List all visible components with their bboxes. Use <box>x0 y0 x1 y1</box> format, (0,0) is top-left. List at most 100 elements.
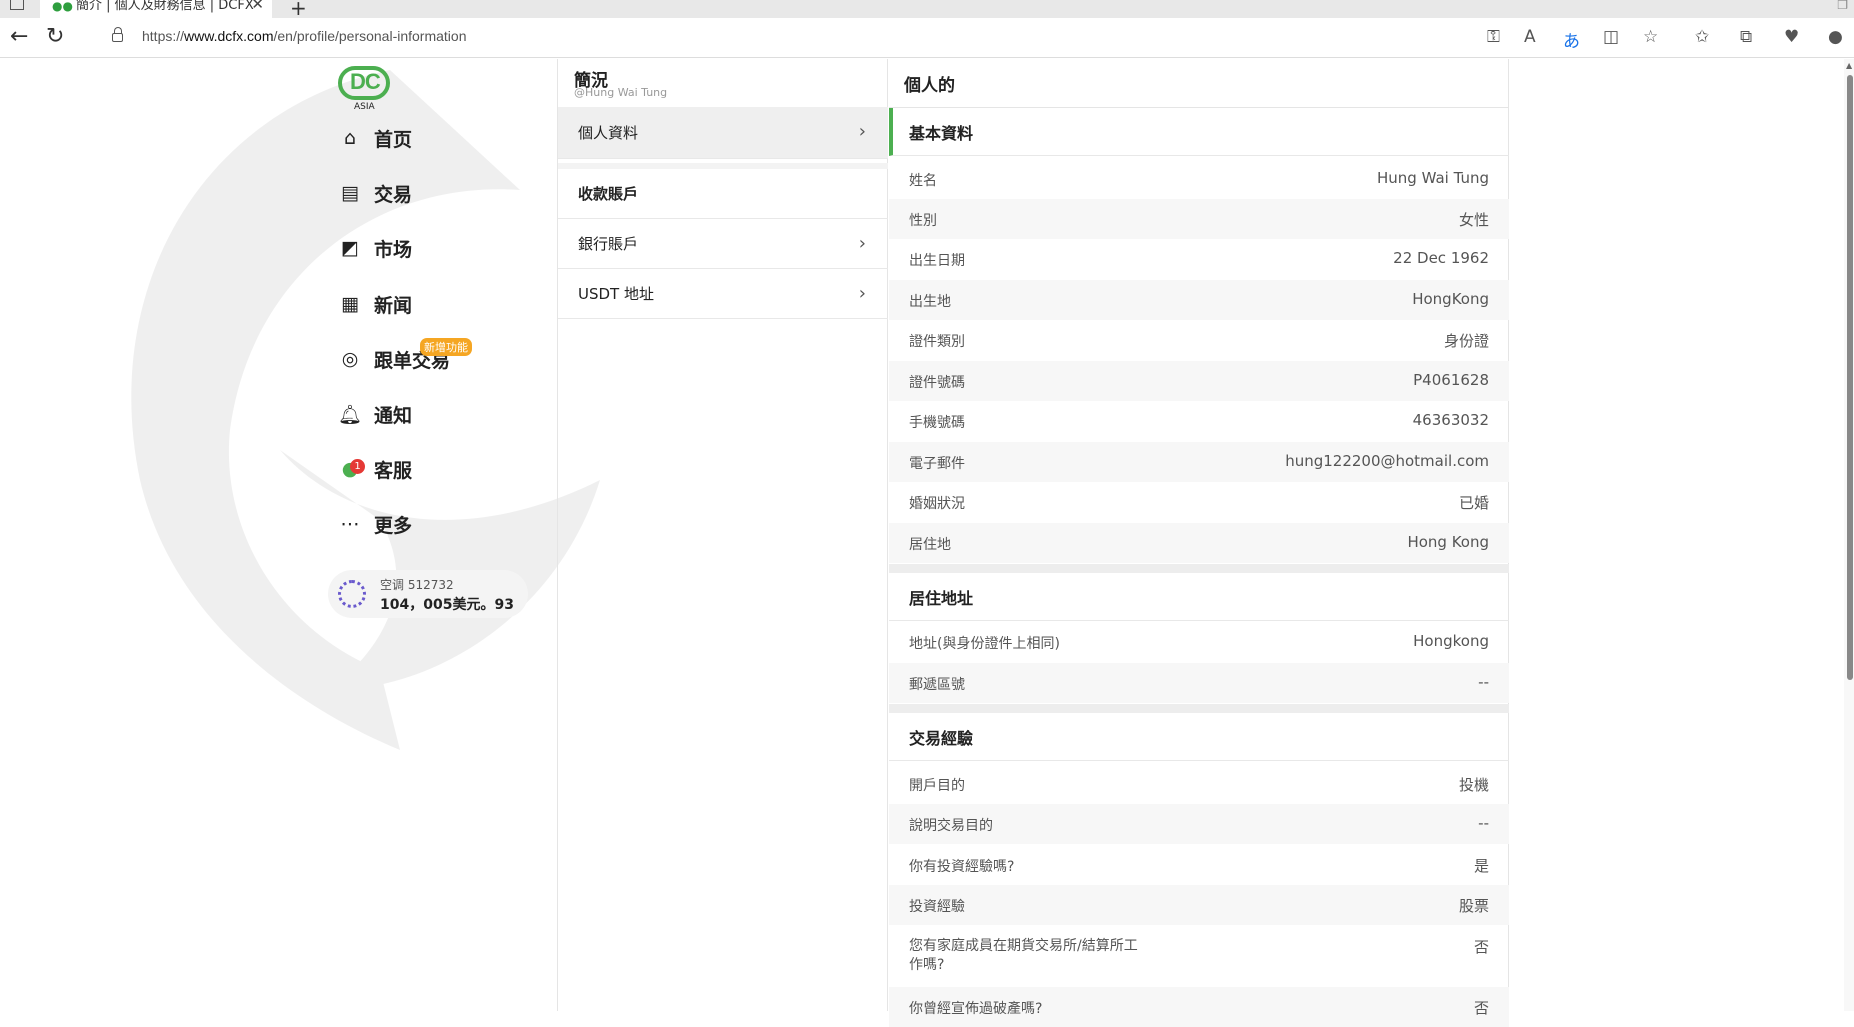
field-row: 證件號碼 P4061628 <box>889 361 1509 401</box>
favorites-list-icon[interactable]: ✩ <box>1695 27 1709 47</box>
field-row: 地址(與身份證件上相同) Hongkong <box>889 622 1509 662</box>
profile-nav-personal-info[interactable]: 個人資料 › <box>558 107 888 159</box>
field-row: 性別 女性 <box>889 199 1509 239</box>
profile-nav-label: USDT 地址 <box>578 285 654 303</box>
reload-icon[interactable]: ↻ <box>46 24 64 49</box>
field-label: 出生地 <box>909 294 951 310</box>
extensions-icon[interactable]: ♥ <box>1784 27 1799 47</box>
field-label: 證件類別 <box>909 334 965 350</box>
profile-nav-bank-accounts[interactable]: 銀行賬戶 › <box>558 219 888 269</box>
sidebar-item-label: 客服 <box>374 459 413 482</box>
collections-icon[interactable]: ⧉ <box>1740 27 1752 47</box>
sidebar-item-support[interactable]: ●1 客服 <box>338 449 412 489</box>
new-tab-button[interactable]: + <box>290 0 307 20</box>
section-divider <box>889 564 1509 573</box>
logo-subtitle: ASIA <box>354 102 375 112</box>
field-label: 手機號碼 <box>909 415 965 431</box>
market-chart-icon: ◩ <box>341 237 359 259</box>
tab-actions-icon[interactable] <box>10 0 24 10</box>
field-value: 否 <box>1473 999 1489 1017</box>
field-label: 說明交易目的 <box>909 818 993 834</box>
account-name: 空调 512732 <box>380 578 454 592</box>
field-label: 婚姻狀況 <box>909 496 965 512</box>
section-residential-address-heading: 居住地址 <box>889 573 1509 621</box>
profile-nav-payment-accounts-header: 收款賬戶 <box>558 169 888 219</box>
sidebar-item-notifications[interactable]: 🔔︎ 通知 <box>338 394 412 434</box>
field-label: 出生日期 <box>909 253 965 269</box>
field-value: 身份證 <box>1443 332 1489 350</box>
sidebar-item-label: 市场 <box>374 238 413 261</box>
address-bar-row: ← ↻ https://www.dcfx.com/en/profile/pers… <box>0 18 1854 58</box>
sidebar-item-copy-trade[interactable]: ◎ 跟单交易 新增功能 <box>338 338 472 379</box>
field-value: 已婚 <box>1458 494 1489 512</box>
account-avatar-icon <box>338 580 366 608</box>
back-arrow-icon[interactable]: ← <box>10 24 28 49</box>
field-label: 你曾經宣佈過破產嗎? <box>909 1001 1043 1017</box>
copy-trade-rss-icon: ◎ <box>341 348 359 370</box>
field-value: 女性 <box>1458 211 1489 229</box>
scroll-up-arrow-icon[interactable]: ▲ <box>1846 61 1852 70</box>
chat-bubble-icon: ●1 <box>338 457 365 481</box>
field-row: 手機號碼 46363032 <box>889 401 1509 441</box>
tab-title: 簡介 | 個人及財務信息 | DCFX <box>76 0 254 13</box>
field-value: 是 <box>1473 857 1489 875</box>
field-row: 您有家庭成員在期貨交易所/結算所工作嗎? 否 <box>889 926 1509 986</box>
read-aloud-icon[interactable]: A <box>1524 27 1536 47</box>
browser-tab[interactable]: ●● 簡介 | 個人及財務信息 | DCFX ✕ <box>40 0 272 18</box>
field-row: 電子郵件 hung122200@hotmail.com <box>889 442 1509 482</box>
sidebar-item-more[interactable]: ⋯ 更多 <box>338 504 413 544</box>
personal-details-panel: 個人的 基本資料 姓名 Hung Wai Tung 性別 女性 出生日期 22 Dec… <box>889 59 1509 1027</box>
field-row: 婚姻狀況 已婚 <box>889 482 1509 522</box>
sidebar-item-market[interactable]: ◩ 市场 <box>338 228 412 268</box>
sidebar-item-home[interactable]: ⌂ 首页 <box>338 118 412 158</box>
url-field[interactable]: https://www.dcfx.com/en/profile/personal… <box>94 21 1474 53</box>
sidebar-item-trade[interactable]: ▤ 交易 <box>338 173 412 213</box>
favorite-star-icon[interactable]: ☆ <box>1643 27 1658 47</box>
field-value: Hong Kong <box>1407 533 1489 551</box>
dc-asia-logo[interactable]: DC ASIA <box>338 66 390 112</box>
profile-avatar-icon[interactable]: ● <box>1828 27 1843 47</box>
chevron-right-icon: › <box>858 283 866 304</box>
profile-nav-usdt-address[interactable]: USDT 地址 › <box>558 269 888 319</box>
chevron-right-icon: › <box>858 233 866 254</box>
field-value: 投機 <box>1458 776 1489 794</box>
key-icon[interactable]: ⚿ <box>1487 27 1500 47</box>
field-row: 居住地 Hong Kong <box>889 523 1509 563</box>
field-value: 22 Dec 1962 <box>1393 249 1489 267</box>
field-label: 開戶目的 <box>909 778 965 794</box>
profile-nav-label: 銀行賬戶 <box>578 235 639 253</box>
split-screen-icon[interactable]: ◫ <box>1603 27 1619 47</box>
scrollbar-thumb[interactable] <box>1847 75 1853 680</box>
section-basic-info-heading: 基本資料 <box>889 108 1509 156</box>
page-title: 個人的 <box>904 76 955 96</box>
field-value: -- <box>1478 814 1489 832</box>
profile-username: @Hung Wai Tung <box>574 86 668 99</box>
sidebar-item-label: 通知 <box>374 404 413 427</box>
logo-mark: DC <box>338 66 390 100</box>
bell-icon: 🔔︎ <box>337 403 363 426</box>
tab-close-icon[interactable]: ✕ <box>251 0 264 12</box>
window-restore-icon[interactable]: ❐ <box>1837 0 1848 12</box>
field-row: 出生地 HongKong <box>889 280 1509 320</box>
field-label: 電子郵件 <box>909 456 965 472</box>
sidebar-item-news[interactable]: ▦ 新闻 <box>338 284 412 324</box>
field-label: 投資經驗 <box>909 899 965 915</box>
field-value: Hongkong <box>1413 632 1489 650</box>
sidebar-item-label: 首页 <box>374 128 413 151</box>
url-text: https://www.dcfx.com/en/profile/personal… <box>142 28 467 44</box>
field-row: 說明交易目的 -- <box>889 804 1509 844</box>
more-dots-icon: ⋯ <box>340 513 360 535</box>
field-label: 姓名 <box>909 173 937 189</box>
browser-tab-bar: ●● 簡介 | 個人及財務信息 | DCFX ✕ + ❐ <box>0 0 1854 20</box>
news-icon: ▦ <box>341 293 359 315</box>
profile-nav-label: 收款賬戶 <box>578 185 639 203</box>
field-value: HongKong <box>1412 290 1489 308</box>
account-switcher[interactable]: 空调 512732 104，005美元。93 <box>328 570 528 618</box>
unread-count-badge: 1 <box>350 459 365 474</box>
translate-icon[interactable]: あ <box>1563 27 1580 52</box>
field-row: 你曾經宣佈過破產嗎? 否 <box>889 987 1509 1027</box>
field-value: -- <box>1478 673 1489 691</box>
field-row: 姓名 Hung Wai Tung <box>889 159 1509 199</box>
field-value: P4061628 <box>1413 371 1489 389</box>
lock-icon <box>112 27 123 42</box>
